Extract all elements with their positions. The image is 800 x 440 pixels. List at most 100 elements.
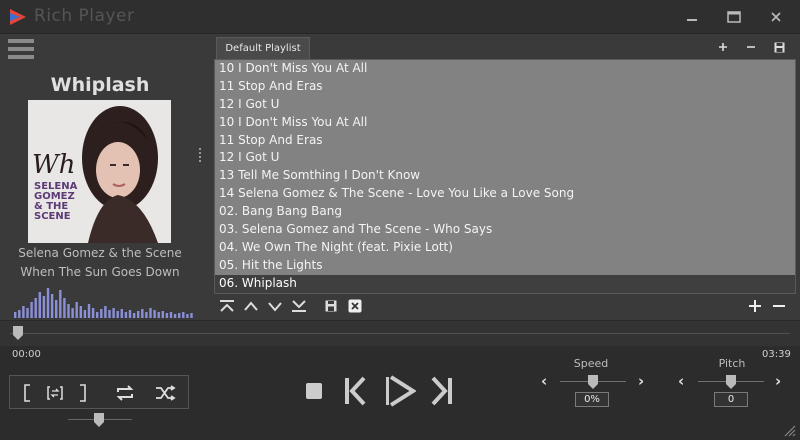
move-down-icon [268,302,282,312]
visualizer-bar [75,302,78,318]
visualizer-bar [169,312,173,318]
title-bar: Rich Player [0,0,800,34]
visualizer-bar [100,309,103,318]
volume-thumb[interactable] [94,412,104,427]
player-controls: 00:00 03:39 Speed ‹ › 0% Pitch ‹ › 0 [0,346,800,440]
visualizer-bar [182,312,185,318]
speed-value[interactable]: 0% [575,392,609,407]
visualizer-bar [157,312,160,318]
playlist-row[interactable]: 03. Selena Gomez and The Scene - Who Say… [215,221,795,239]
album-name: When The Sun Goes Down [20,265,180,279]
loop-start-button[interactable] [16,382,38,404]
total-time: 03:39 [762,349,791,360]
visualizer-bar [141,309,144,318]
stop-icon [306,383,322,399]
next-button[interactable] [427,375,457,407]
shuffle-icon [156,385,176,401]
previous-button[interactable] [340,375,370,407]
tab-default-playlist[interactable]: Default Playlist [216,37,310,59]
playlist-row[interactable]: 05. Hit the Lights [215,257,795,275]
playlist-row[interactable]: 14 Selena Gomez & The Scene - Love You L… [215,185,795,203]
pitch-label: Pitch [718,357,746,370]
speed-increase-button[interactable]: › [638,372,644,390]
loop-end-button[interactable] [72,382,94,404]
speed-decrease-button[interactable]: ‹ [541,372,547,390]
visualizer-bar [112,308,115,318]
add-track-button[interactable] [746,297,764,315]
visualizer-bar [55,300,58,318]
clear-list-button[interactable] [346,297,364,315]
playlist-row[interactable]: 11 Stop And Eras [215,132,795,150]
minimize-button[interactable] [682,8,702,26]
minimize-icon [687,19,697,21]
playlist-row[interactable]: 02. Bang Bang Bang [215,203,795,221]
artist-name: Selena Gomez & the Scene [18,246,182,260]
move-bottom-icon [292,300,306,312]
move-to-bottom-button[interactable] [290,297,308,315]
save-playlist-button[interactable] [772,40,786,54]
visualizer-bar [34,298,37,318]
elapsed-time: 00:00 [12,349,41,360]
loop-ab-button[interactable] [44,382,66,404]
add-icon [749,300,761,312]
app-logo-icon [8,7,28,31]
move-top-icon [220,300,234,312]
visualizer-bar [190,313,193,318]
playlist-list[interactable]: 10 I Don't Miss You At All 11 Stop And Er… [214,59,796,294]
cover-title-text: Wh [32,150,76,180]
pitch-decrease-button[interactable]: ‹ [678,372,684,390]
next-icon [431,376,452,406]
hamburger-menu-icon[interactable] [8,39,34,61]
previous-icon [345,376,366,406]
stop-button[interactable] [304,381,324,401]
move-to-top-button[interactable] [218,297,236,315]
playlist-row[interactable]: 10 I Don't Miss You At All [215,60,795,78]
visualizer-bar [153,310,156,318]
visualizer-bar [165,313,169,318]
pitch-increase-button[interactable]: › [775,372,781,390]
seek-track[interactable] [10,333,790,334]
seek-thumb[interactable] [13,325,23,340]
playlist-row[interactable]: 04. We Own The Night (feat. Pixie Lott) [215,239,795,257]
speed-thumb[interactable] [588,374,598,389]
maximize-button[interactable] [724,8,744,26]
visualizer-bar [50,294,54,318]
visualizer-bar [161,311,164,318]
visualizer-bar [104,306,107,318]
resize-grip-icon[interactable] [782,422,796,437]
visualizer-bar [96,312,99,318]
visualizer-bar [14,312,17,318]
visualizer-bar [186,314,189,318]
move-down-button[interactable] [266,297,284,315]
maximize-icon [727,11,741,23]
visualizer-bar [91,308,95,318]
seek-bar[interactable] [0,320,800,346]
playlist-row[interactable]: 12 I Got U [215,96,795,114]
playlist-row[interactable]: 11 Stop And Eras [215,78,795,96]
add-icon [719,43,727,51]
now-playing-title: Whiplash [50,74,150,96]
pitch-value[interactable]: 0 [714,392,748,407]
play-button[interactable] [381,373,417,409]
playlist-row[interactable]: 13 Tell Me Somthing I Don't Know [215,167,795,185]
panel-splitter-handle[interactable] [199,147,202,162]
playlist-row-selected[interactable]: 06. Whiplash [215,274,795,293]
playlist-row[interactable]: 10 I Don't Miss You At All [215,114,795,132]
visualizer-bar [22,306,25,318]
pitch-thumb[interactable] [726,374,736,389]
visualizer-bar [59,290,62,318]
playlist-header-actions [716,39,786,55]
save-list-button[interactable] [322,297,340,315]
add-playlist-button[interactable] [716,40,730,54]
album-cover: Wh SELENA GOMEZ & THE SCENE [28,100,171,243]
playlist-row[interactable]: 12 I Got U [215,149,795,167]
visualizer-bar [178,313,181,318]
visualizer-bar [173,314,177,318]
repeat-button[interactable] [114,382,136,404]
remove-playlist-button[interactable] [744,40,758,54]
shuffle-button[interactable] [154,382,176,404]
playlist-toolbar [214,294,796,318]
move-up-button[interactable] [242,297,260,315]
remove-track-button[interactable] [770,297,788,315]
close-button[interactable] [766,8,786,26]
